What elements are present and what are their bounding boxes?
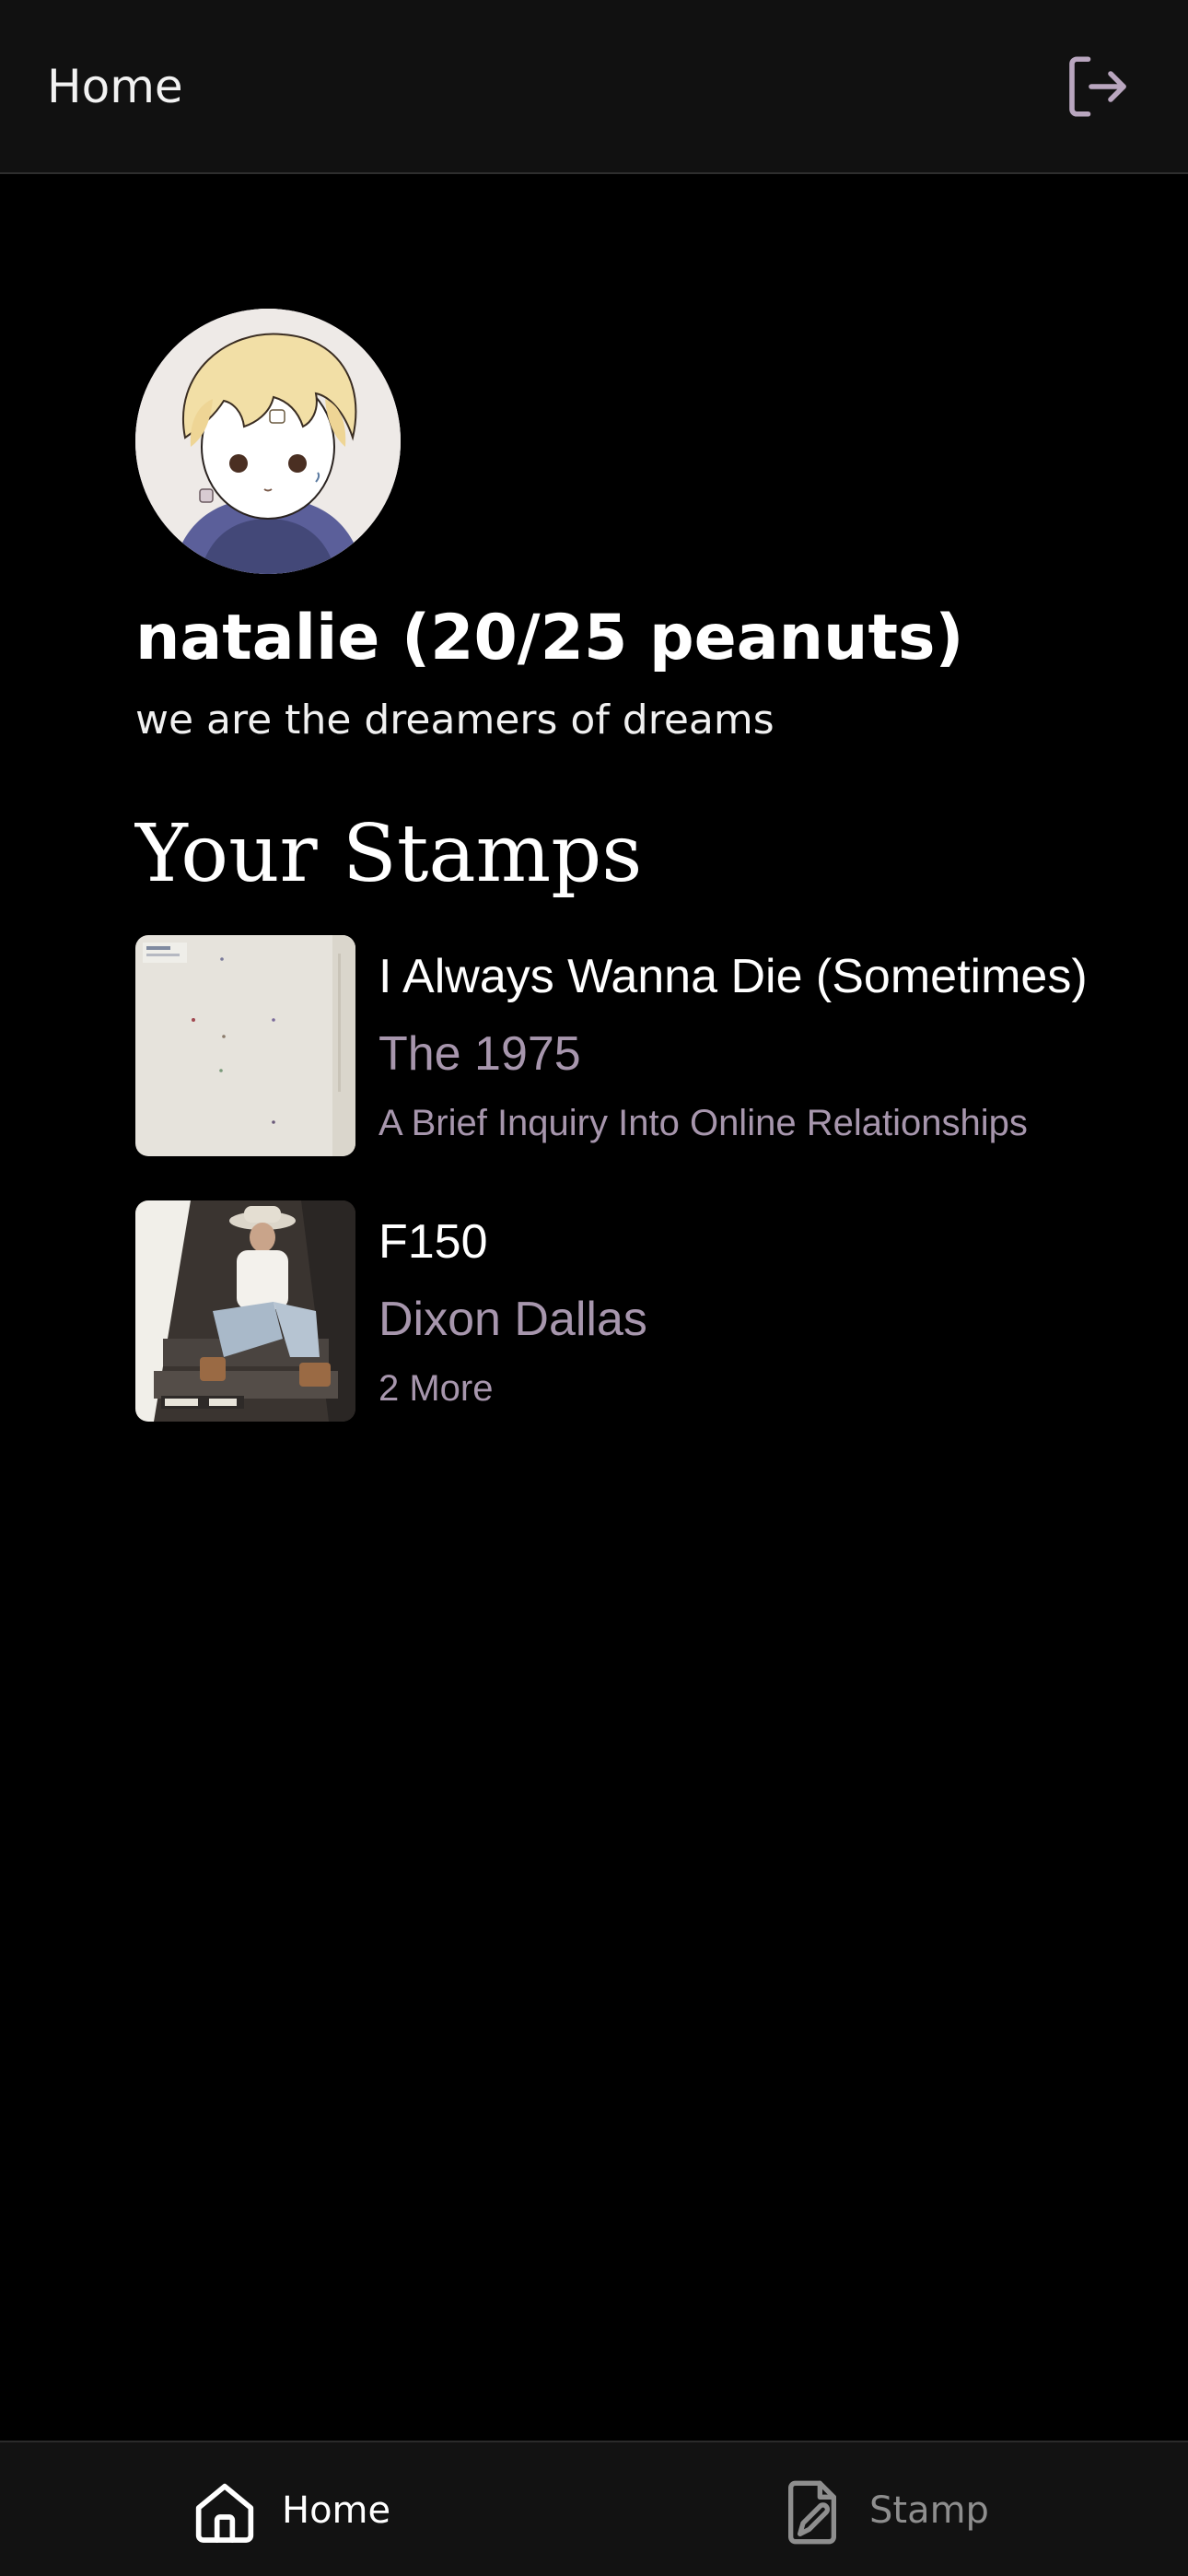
home-icon — [188, 2476, 262, 2549]
stamps-section-title: Your Stamps — [135, 808, 643, 900]
logout-button[interactable] — [1059, 48, 1136, 125]
album-cover — [135, 935, 355, 1156]
stamp-artist: Dixon Dallas — [379, 1293, 647, 1346]
stamp-song-title: I Always Wanna Die (Sometimes) — [379, 950, 1088, 1003]
profile-bio: we are the dreamers of dreams — [135, 697, 775, 744]
bottom-navigation: Home Stamp — [0, 2441, 1188, 2576]
top-app-bar: Home — [0, 0, 1188, 174]
stamp-song-title: F150 — [379, 1215, 488, 1269]
nav-item-stamp[interactable]: Stamp — [775, 2476, 996, 2553]
profile-content: natalie (20/25 peanuts) we are the dream… — [0, 174, 1188, 2441]
nav-label-home: Home — [282, 2489, 391, 2532]
nav-item-home[interactable]: Home — [188, 2476, 409, 2553]
stamp-artist: The 1975 — [379, 1027, 581, 1081]
avatar — [135, 309, 401, 574]
page-title: Home — [47, 60, 183, 113]
stamp-list-item[interactable]: I Always Wanna Die (Sometimes) The 1975 … — [135, 935, 1148, 1156]
stamp-icon — [775, 2476, 849, 2549]
stamp-album: 2 More — [379, 1368, 494, 1409]
stamp-list-item[interactable]: F150 Dixon Dallas 2 More — [135, 1200, 1148, 1422]
profile-name: natalie (20/25 peanuts) — [135, 602, 964, 674]
stamp-album: A Brief Inquiry Into Online Relationship… — [379, 1103, 1028, 1143]
album-cover — [135, 1200, 355, 1422]
logout-icon — [1059, 48, 1136, 125]
nav-label-stamp: Stamp — [869, 2489, 989, 2532]
